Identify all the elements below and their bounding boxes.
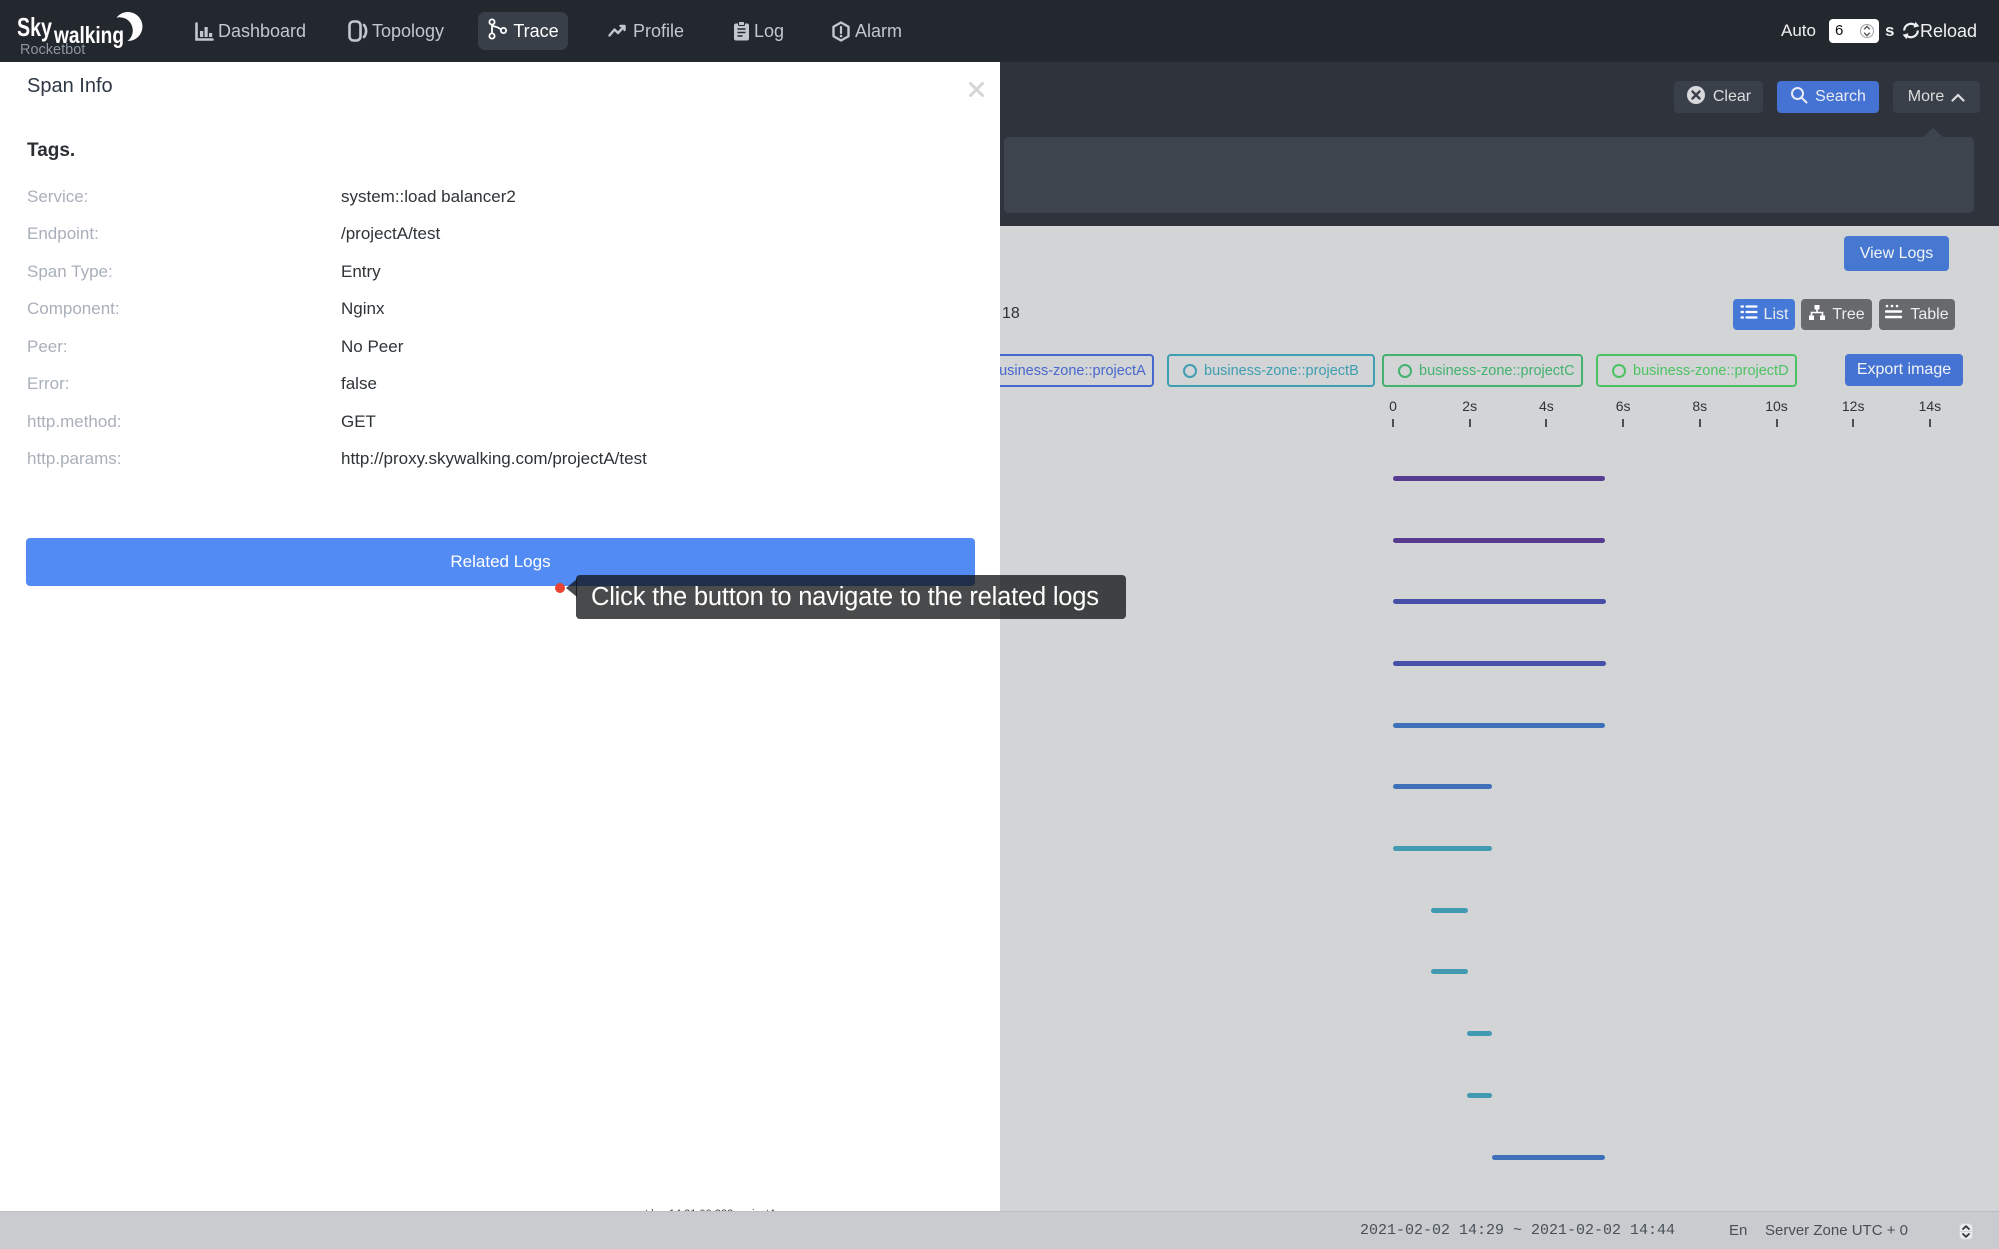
svg-text:Sky: Sky: [17, 12, 52, 42]
svg-text:Rocketbot: Rocketbot: [20, 42, 85, 58]
